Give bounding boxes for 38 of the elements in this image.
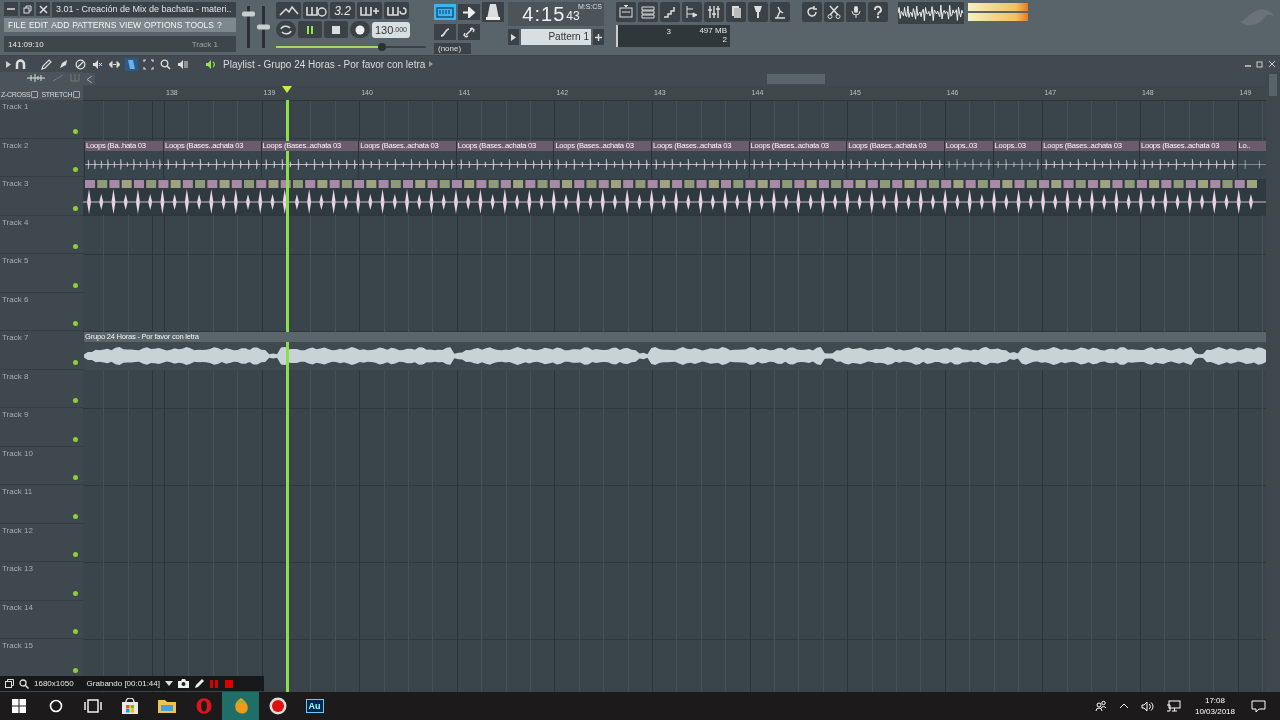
track-name: Track 10	[2, 448, 33, 458]
menu-item[interactable]: PATTERNS	[72, 20, 117, 30]
recording-status: Grabando [00:01:44]	[86, 679, 160, 688]
track-name: Track 12	[2, 525, 33, 535]
menu-item[interactable]: FILE	[8, 20, 26, 30]
menu-item[interactable]: ADD	[51, 20, 70, 30]
track-name: Track 7	[2, 333, 29, 342]
menu-item[interactable]: ?	[217, 20, 222, 30]
track-name: Track 2	[2, 140, 29, 150]
menu-item[interactable]: OPTIONS	[144, 20, 183, 30]
track-name: Track 1	[2, 102, 29, 111]
track-name: Track 9	[2, 410, 29, 419]
playlist-title: Playlist - Grupo 24 Horas - Por favor con letra	[223, 58, 426, 70]
hint-text: Track 1	[191, 39, 218, 49]
snap-button[interactable]: 3.2	[330, 2, 355, 19]
window-title: 3.01 - Creación de Mix de bachata - materi..	[52, 2, 236, 17]
voices-readout: 2	[722, 35, 727, 44]
track-name: Track 13	[2, 564, 33, 573]
track-name: Track 11	[2, 487, 33, 496]
memory-readout: 497 MB	[699, 26, 727, 35]
track-name: Track 5	[2, 256, 29, 265]
resolution-text: 1680x1050	[34, 679, 74, 688]
track-name: Track 3	[2, 179, 29, 188]
clock-time[interactable]: 17:08	[1204, 695, 1225, 706]
track-name: Track 8	[2, 371, 29, 381]
channel-dropdown[interactable]: (none)	[434, 43, 472, 54]
clock-date[interactable]: 10/03/2018	[1194, 706, 1235, 717]
track-name: Track 15	[2, 641, 33, 650]
position-readout: 141:09:10	[8, 39, 44, 49]
track-name: Track 4	[2, 217, 29, 227]
polyphony-readout: 3	[666, 27, 671, 36]
track-name: Track 14	[2, 602, 33, 612]
menu-item[interactable]: VIEW	[119, 20, 142, 30]
menu-item[interactable]: EDIT	[28, 20, 49, 30]
pattern-selector[interactable]: Pattern 1	[521, 29, 591, 45]
audition-app-button[interactable]: Au	[296, 692, 333, 720]
track-name: Track 6	[2, 294, 29, 304]
menu-item[interactable]: TOOLS	[185, 20, 215, 30]
